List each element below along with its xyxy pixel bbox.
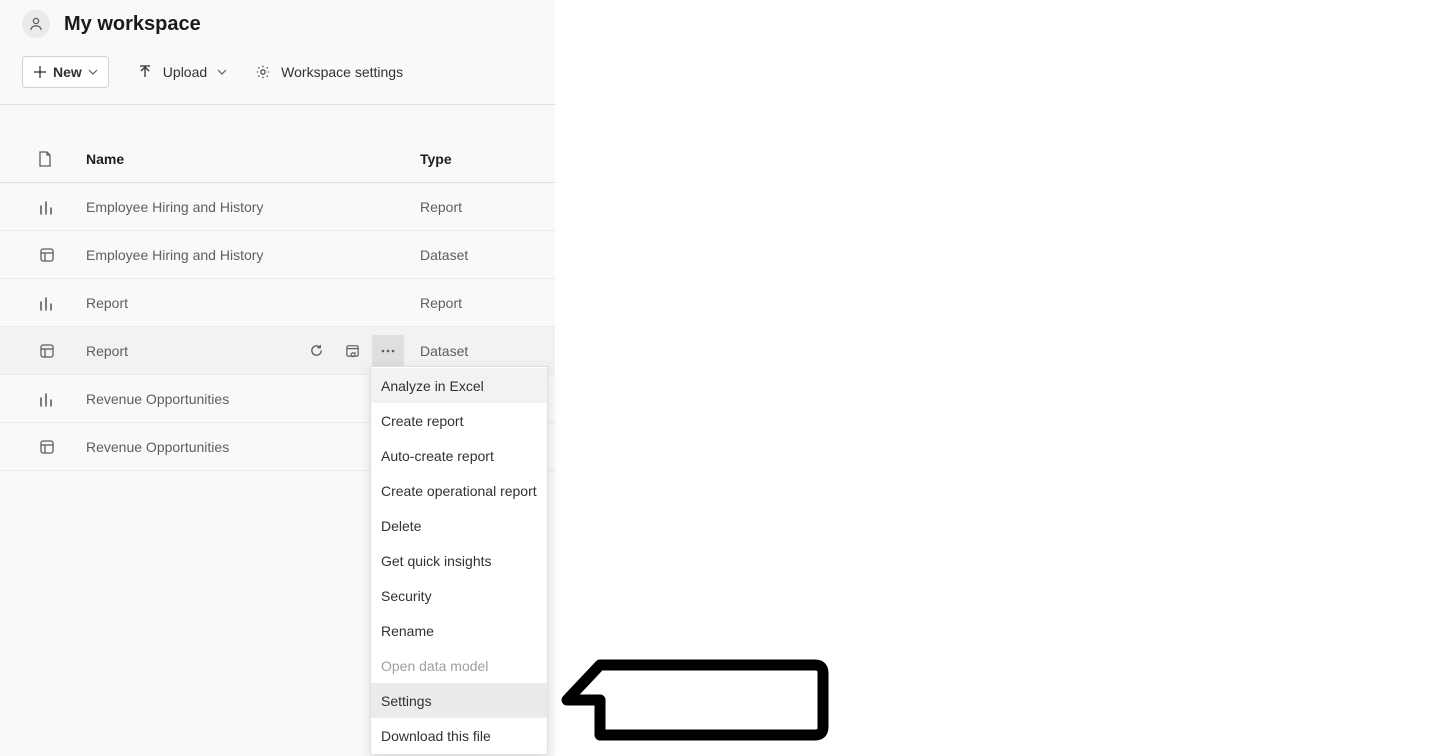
content-table-header: Name Type — [0, 135, 555, 183]
workspace-title: My workspace — [64, 13, 201, 36]
column-header-name[interactable]: Name — [86, 151, 420, 167]
refresh-button[interactable] — [300, 335, 332, 367]
annotation-arrow — [560, 655, 830, 745]
row-name: Employee Hiring and History — [86, 199, 420, 215]
workspace-header: My workspace — [0, 0, 555, 52]
dataset-icon — [38, 438, 56, 456]
refresh-icon — [309, 343, 324, 358]
context-menu-item[interactable]: Download this file — [371, 718, 547, 753]
new-button-label: New — [53, 64, 82, 80]
table-row[interactable]: Employee Hiring and HistoryReport — [0, 183, 555, 231]
context-menu-item[interactable]: Analyze in Excel — [371, 368, 547, 403]
chevron-down-icon — [217, 67, 227, 77]
workspace-toolbar: New Upload Workspace settings — [0, 52, 555, 104]
workspace-settings-button[interactable]: Workspace settings — [255, 64, 403, 80]
row-type: Report — [420, 295, 555, 311]
plus-icon — [33, 65, 47, 79]
more-options-button[interactable] — [372, 335, 404, 367]
context-menu-item: Open data model — [371, 648, 547, 683]
row-type: Dataset — [420, 343, 555, 359]
table-row[interactable]: ReportReport — [0, 279, 555, 327]
new-button[interactable]: New — [22, 56, 109, 88]
column-header-type[interactable]: Type — [420, 151, 555, 167]
row-type: Dataset — [420, 247, 555, 263]
schedule-icon — [345, 343, 360, 358]
workspace-avatar — [22, 10, 50, 38]
context-menu-item[interactable]: Auto-create report — [371, 438, 547, 473]
upload-button[interactable]: Upload — [137, 64, 227, 80]
row-name: Report — [86, 295, 420, 311]
more-icon — [381, 349, 395, 353]
report-icon — [38, 294, 56, 312]
context-menu-item[interactable]: Security — [371, 578, 547, 613]
schedule-refresh-button[interactable] — [336, 335, 368, 367]
report-icon — [38, 390, 56, 408]
context-menu-item[interactable]: Create operational report — [371, 473, 547, 508]
context-menu-item[interactable]: Create report — [371, 403, 547, 438]
context-menu: Analyze in ExcelCreate reportAuto-create… — [370, 366, 548, 755]
dataset-icon — [38, 342, 56, 360]
gear-icon — [255, 64, 271, 80]
person-icon — [28, 16, 44, 32]
upload-icon — [137, 64, 153, 80]
context-menu-item[interactable]: Get quick insights — [371, 543, 547, 578]
context-menu-item[interactable]: Delete — [371, 508, 547, 543]
workspace-settings-label: Workspace settings — [281, 64, 403, 80]
file-icon — [38, 151, 52, 167]
row-name: Employee Hiring and History — [86, 247, 420, 263]
context-menu-item[interactable]: Rename — [371, 613, 547, 648]
dataset-icon — [38, 246, 56, 264]
row-type: Report — [420, 199, 555, 215]
table-row[interactable]: Employee Hiring and HistoryDataset — [0, 231, 555, 279]
toolbar-divider — [0, 104, 555, 105]
context-menu-item[interactable]: Settings — [371, 683, 547, 718]
chevron-down-icon — [88, 67, 98, 77]
row-actions — [300, 335, 404, 367]
upload-label: Upload — [163, 64, 207, 80]
report-icon — [38, 198, 56, 216]
